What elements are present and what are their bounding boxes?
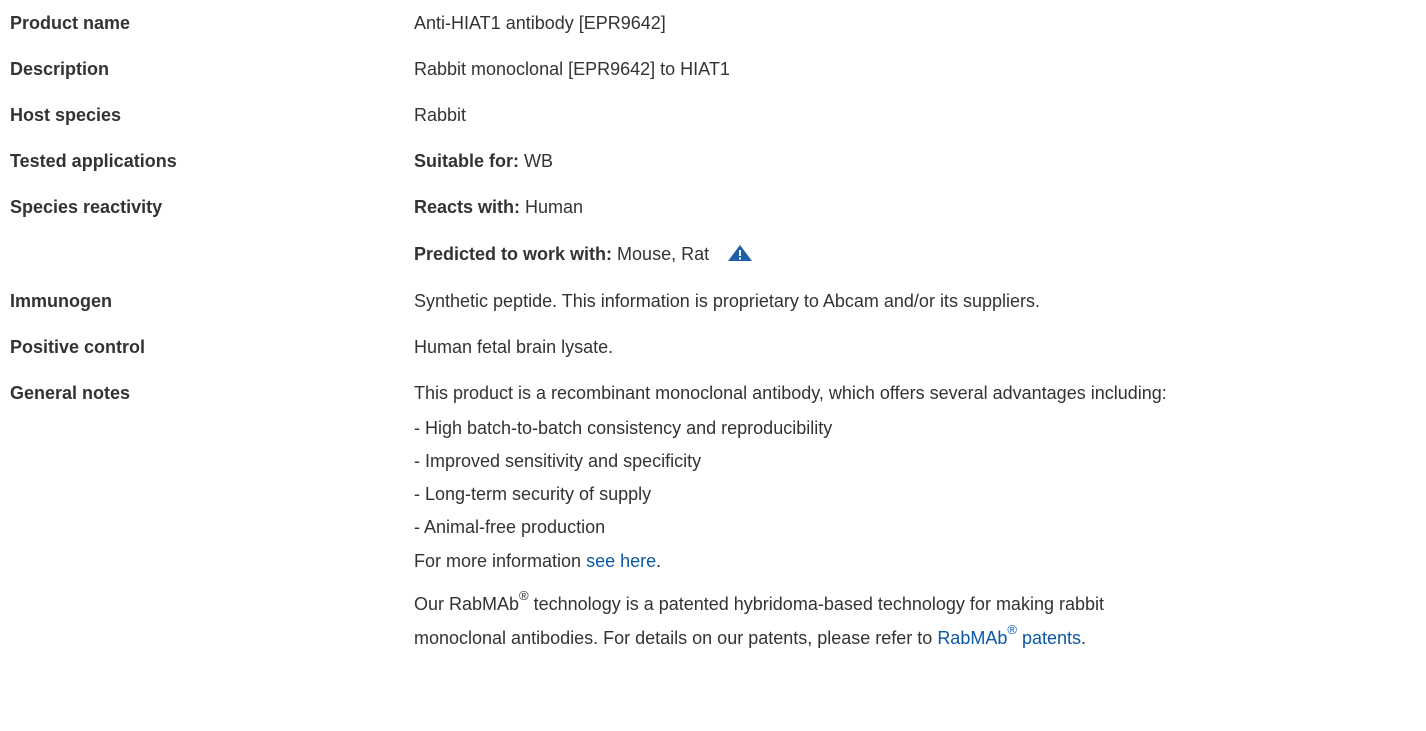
- host-species-label: Host species: [10, 105, 122, 125]
- tested-applications-label: Tested applications: [10, 151, 177, 171]
- rabmab-line-1-container: Our RabMAb® technology is a patented hyb…: [414, 589, 1104, 619]
- row-host-species: Host species Rabbit: [0, 100, 1426, 130]
- reacts-with-container: Reacts with: Human: [414, 192, 583, 222]
- general-notes-intro: This product is a recombinant monoclonal…: [414, 383, 1167, 403]
- tested-applications-value: WB: [524, 151, 554, 171]
- rabmab-line-1-b: technology is a patented hybridoma-based…: [528, 594, 1104, 614]
- immunogen-label: Immunogen: [10, 291, 112, 311]
- rabmab-line-2-container: monoclonal antibodies. For details on ou…: [414, 623, 1086, 653]
- warning-triangle-icon[interactable]: [727, 241, 753, 261]
- rabmab-patents-link[interactable]: RabMAb® patents: [937, 623, 1081, 648]
- rabmab-link-b: patents: [1016, 628, 1081, 648]
- row-general-notes: General notes This product is a recombin…: [0, 378, 1426, 408]
- predicted-prefix: Predicted to work with:: [414, 244, 613, 264]
- list-item: - High batch-to-batch consistency and re…: [0, 413, 1426, 443]
- predicted-value: Mouse, Rat: [617, 244, 710, 264]
- positive-control-value: Human fetal brain lysate.: [414, 337, 614, 357]
- rabmab-line-2-suffix: .: [1080, 628, 1086, 648]
- product-name-label: Product name: [10, 13, 131, 33]
- general-notes-bullet: - Long-term security of supply: [414, 484, 652, 504]
- list-item: - Animal-free production: [0, 512, 1426, 542]
- rabmab-link-a: RabMAb: [937, 628, 1008, 648]
- rabmab-line-1: Our RabMAb® technology is a patented hyb…: [0, 589, 1426, 619]
- registered-mark: ®: [519, 588, 529, 603]
- row-immunogen: Immunogen Synthetic peptide. This inform…: [0, 286, 1426, 316]
- predicted-container: Predicted to work with: Mouse, Rat: [414, 239, 753, 269]
- general-notes-label: General notes: [10, 383, 131, 403]
- tested-applications-value-container: Suitable for: WB: [414, 146, 553, 176]
- general-notes-bullet: - High batch-to-batch consistency and re…: [414, 418, 833, 438]
- species-reactivity-label: Species reactivity: [10, 197, 163, 217]
- description-value: Rabbit monoclonal [EPR9642] to HIAT1: [414, 59, 730, 79]
- row-product-name: Product name Anti-HIAT1 antibody [EPR964…: [0, 8, 1426, 38]
- rabmab-line-1-a: Our RabMAb: [414, 594, 520, 614]
- rabmab-line-2: monoclonal antibodies. For details on ou…: [0, 623, 1426, 653]
- description-label: Description: [10, 59, 110, 79]
- list-item: - Long-term security of supply: [0, 479, 1426, 509]
- see-here-link[interactable]: see here: [586, 551, 656, 571]
- positive-control-label: Positive control: [10, 337, 146, 357]
- row-positive-control: Positive control Human fetal brain lysat…: [0, 332, 1426, 362]
- more-info-container: For more information see here.: [414, 546, 661, 576]
- reacts-with-prefix: Reacts with:: [414, 197, 521, 217]
- more-info-suffix: .: [656, 551, 662, 571]
- reacts-with-value: Human: [525, 197, 584, 217]
- suitable-for-prefix: Suitable for:: [414, 151, 520, 171]
- general-notes-bullet: - Animal-free production: [414, 517, 606, 537]
- more-info-line: For more information see here.: [0, 546, 1426, 576]
- rabmab-line-2-a: monoclonal antibodies. For details on ou…: [414, 628, 938, 648]
- row-tested-applications: Tested applications Suitable for: WB: [0, 146, 1426, 176]
- registered-mark: ®: [1007, 622, 1017, 637]
- product-name-value: Anti-HIAT1 antibody [EPR9642]: [414, 13, 666, 33]
- list-item: - Improved sensitivity and specificity: [0, 446, 1426, 476]
- immunogen-value: Synthetic peptide. This information is p…: [414, 291, 1040, 311]
- row-predicted-species: Predicted to work with: Mouse, Rat: [0, 239, 1426, 269]
- row-description: Description Rabbit monoclonal [EPR9642] …: [0, 54, 1426, 84]
- host-species-value: Rabbit: [414, 105, 467, 125]
- general-notes-bullet: - Improved sensitivity and specificity: [414, 451, 702, 471]
- row-species-reactivity: Species reactivity Reacts with: Human: [0, 192, 1426, 222]
- more-info-prefix: For more information: [414, 551, 587, 571]
